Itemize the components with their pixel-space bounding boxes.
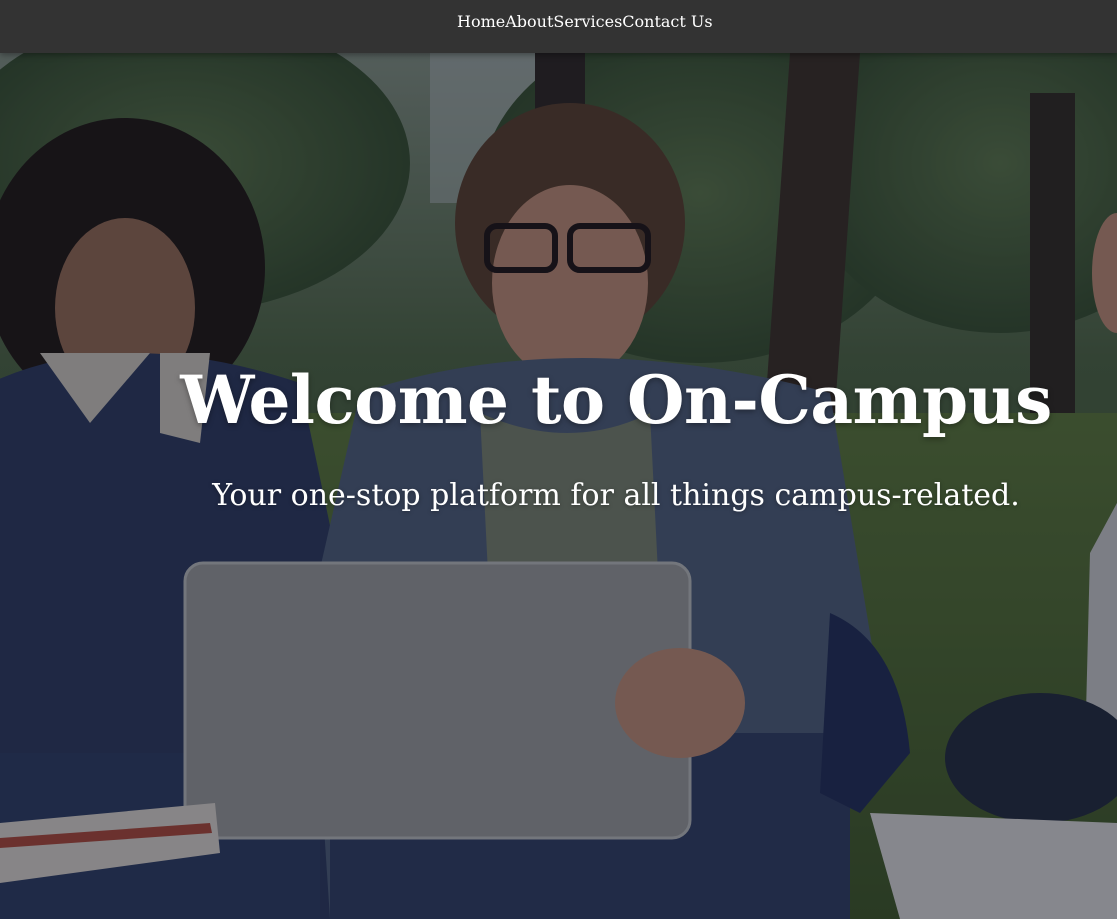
- nav-link-contact-us[interactable]: Contact Us: [622, 12, 712, 31]
- nav-link-services[interactable]: Services: [553, 12, 622, 31]
- nav-menu: Home About Services Contact Us: [457, 0, 713, 42]
- hero-title: Welcome to On-Campus: [180, 361, 1052, 439]
- navbar: Home About Services Contact Us: [0, 0, 1117, 53]
- nav-link-home[interactable]: Home: [457, 12, 505, 31]
- nav-link-about[interactable]: About: [505, 12, 553, 31]
- hero-subtitle: Your one-stop platform for all things ca…: [212, 478, 1020, 513]
- hero-section: Welcome to On-Campus Your one-stop platf…: [0, 53, 1117, 919]
